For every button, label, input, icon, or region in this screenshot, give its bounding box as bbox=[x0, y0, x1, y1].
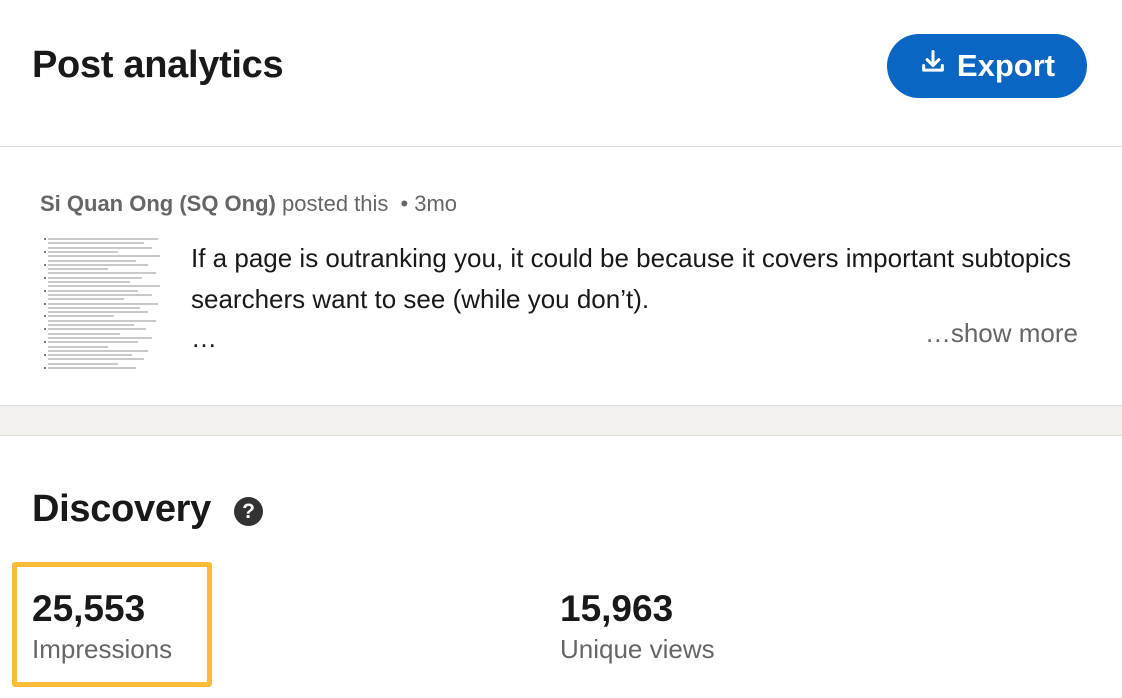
thumbnail-text-line bbox=[48, 276, 142, 279]
thumbnail-bullet bbox=[44, 341, 46, 344]
thumbnail-text-line bbox=[48, 238, 158, 240]
discovery-heading: Discovery bbox=[32, 488, 211, 530]
thumbnail-text-line bbox=[48, 246, 152, 249]
thumbnail-text-line bbox=[48, 341, 138, 344]
thumbnail-text-line bbox=[48, 328, 146, 331]
thumbnail-text-line bbox=[48, 315, 114, 318]
thumbnail-text-line bbox=[48, 255, 160, 258]
impressions-value: 25,553 bbox=[32, 588, 146, 629]
unique-views-value: 15,963 bbox=[560, 588, 674, 629]
impressions-metric: 25,553 Impressions bbox=[32, 588, 172, 665]
show-more-link[interactable]: …show more bbox=[925, 318, 1078, 349]
thumbnail-text-line bbox=[48, 324, 134, 326]
thumbnail-text-line bbox=[48, 345, 108, 348]
impressions-label: Impressions bbox=[32, 634, 173, 664]
thumbnail-text-line bbox=[48, 289, 138, 292]
question-circle-icon[interactable]: ? bbox=[234, 497, 263, 526]
thumbnail-bullet bbox=[44, 354, 46, 357]
thumbnail-text-line bbox=[48, 263, 148, 266]
thumbnail-text-line bbox=[48, 242, 144, 245]
thumbnail-text-line bbox=[48, 336, 152, 339]
thumbnail-text-line bbox=[48, 332, 120, 335]
post-author[interactable]: Si Quan Ong (SQ Ong) bbox=[40, 191, 276, 216]
thumbnail-text-line bbox=[48, 358, 144, 361]
thumbnail-bullet bbox=[44, 367, 46, 369]
header: Post analytics Export bbox=[0, 0, 1122, 147]
meta-separator: • bbox=[400, 191, 409, 216]
export-label: Export bbox=[956, 48, 1056, 83]
download-icon bbox=[919, 48, 947, 84]
thumbnail-text-line bbox=[48, 293, 152, 296]
unique-views-label: Unique views bbox=[560, 634, 715, 664]
post-age: 3mo bbox=[414, 191, 458, 216]
thumbnail-text-line bbox=[48, 362, 118, 365]
export-button[interactable]: Export bbox=[887, 34, 1087, 98]
thumbnail-bullet bbox=[44, 315, 46, 318]
thumbnail-text-line bbox=[48, 281, 130, 283]
thumbnail-bullet bbox=[44, 302, 46, 305]
thumbnail-bullet bbox=[44, 263, 46, 266]
thumbnail-text-line bbox=[48, 349, 148, 352]
thumbnail-text-line bbox=[48, 311, 148, 314]
thumbnail-text-line bbox=[48, 306, 140, 309]
thumbnail-text-line bbox=[48, 319, 156, 322]
thumbnail-text-line bbox=[48, 302, 158, 305]
section-divider bbox=[0, 405, 1122, 436]
thumbnail-bullet bbox=[44, 276, 46, 279]
post-meta: Si Quan Ong (SQ Ong) posted this • 3mo bbox=[40, 191, 457, 217]
thumbnail-text-line bbox=[48, 285, 160, 288]
thumbnail-text-line bbox=[48, 250, 118, 253]
thumbnail-text-line bbox=[48, 298, 124, 301]
unique-views-metric: 15,963 Unique views bbox=[560, 588, 715, 665]
post-action: posted this bbox=[282, 191, 389, 216]
thumbnail-text-line bbox=[48, 367, 136, 369]
post-thumbnail[interactable] bbox=[40, 232, 166, 372]
thumbnail-text-line bbox=[48, 259, 136, 262]
thumbnail-text-line bbox=[48, 268, 108, 271]
thumbnail-bullet bbox=[44, 289, 46, 292]
thumbnail-bullet bbox=[44, 250, 46, 253]
thumbnail-bullet bbox=[44, 238, 46, 240]
thumbnail-text-line bbox=[48, 272, 156, 275]
post-ellipsis: … bbox=[191, 323, 217, 353]
thumbnail-bullet bbox=[44, 328, 46, 331]
thumbnail-text-line bbox=[48, 354, 132, 357]
page-title: Post analytics bbox=[32, 44, 284, 86]
post-text: If a page is outranking you, it could be… bbox=[191, 243, 1072, 314]
